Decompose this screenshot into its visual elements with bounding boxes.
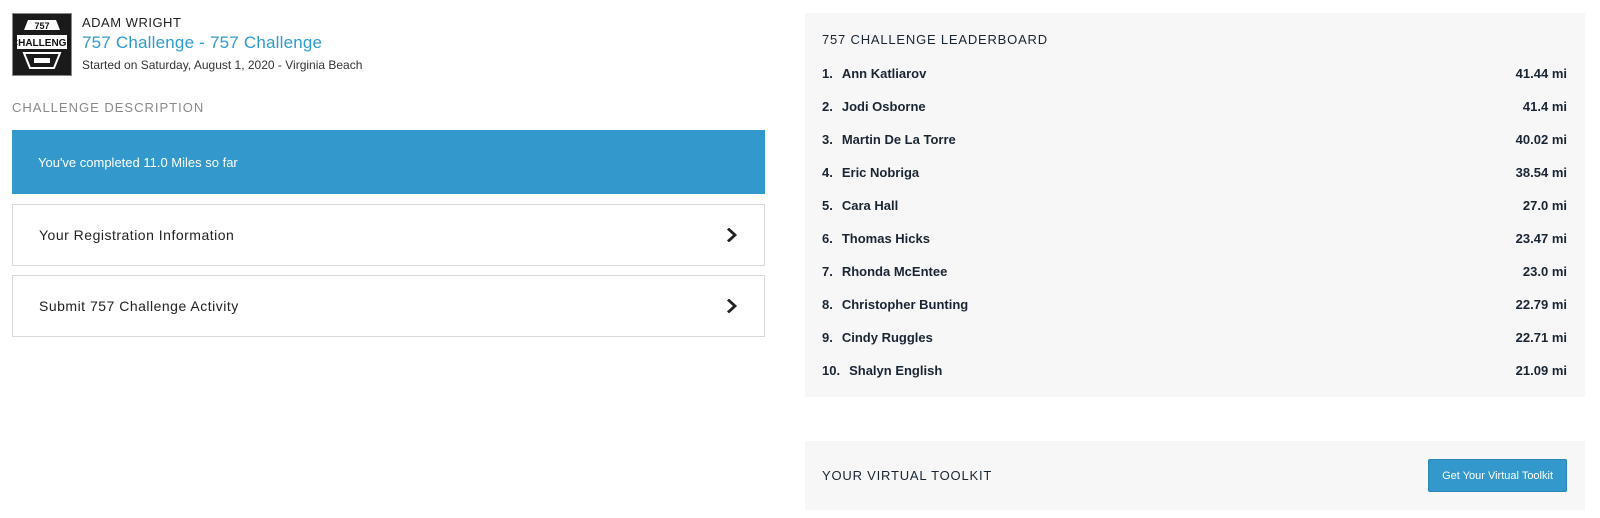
logo-number: 757 bbox=[34, 21, 49, 31]
challenge-logo-icon: 757 CHALLENGE bbox=[14, 19, 70, 69]
entry-distance: 23.47 mi bbox=[1515, 231, 1567, 246]
entry-distance: 41.4 mi bbox=[1522, 99, 1567, 114]
entry-name: Rhonda McEntee bbox=[841, 264, 948, 279]
profile-header: 757 CHALLENGE ADAM WRIGHT 757 Challenge … bbox=[12, 13, 765, 76]
entry-name: Eric Nobriga bbox=[841, 165, 920, 180]
challenge-logo: 757 CHALLENGE bbox=[12, 13, 72, 76]
get-virtual-toolkit-button[interactable]: Get Your Virtual Toolkit bbox=[1428, 459, 1567, 492]
leaderboard-entry: 10. Shalyn English 21.09 mi bbox=[822, 354, 1567, 387]
entry-rank: 8. bbox=[822, 297, 833, 312]
chevron-right-icon bbox=[727, 299, 738, 313]
entry-rank: 10. bbox=[822, 363, 841, 378]
leaderboard-title: 757 CHALLENGE LEADERBOARD bbox=[822, 32, 1048, 47]
entry-distance: 23.0 mi bbox=[1522, 264, 1567, 279]
submit-activity-row[interactable]: Submit 757 Challenge Activity bbox=[12, 275, 765, 337]
entry-distance: 27.0 mi bbox=[1522, 198, 1567, 213]
logo-word: CHALLENGE bbox=[14, 38, 70, 49]
entry-distance: 22.71 mi bbox=[1515, 330, 1567, 345]
profile-info: ADAM WRIGHT 757 Challenge - 757 Challeng… bbox=[82, 13, 362, 72]
entry-rank: 9. bbox=[822, 330, 833, 345]
challenge-description-heading: CHALLENGE DESCRIPTION bbox=[12, 100, 205, 115]
progress-banner: You've completed 11.0 Miles so far bbox=[12, 130, 765, 194]
virtual-toolkit-panel: YOUR VIRTUAL TOOLKIT Get Your Virtual To… bbox=[805, 441, 1585, 510]
leaderboard-entry: 5. Cara Hall 27.0 mi bbox=[822, 189, 1567, 222]
leaderboard-entry: 7. Rhonda McEntee 23.0 mi bbox=[822, 255, 1567, 288]
entry-rank: 7. bbox=[822, 264, 833, 279]
page: 757 CHALLENGE ADAM WRIGHT 757 Challenge … bbox=[0, 0, 1600, 518]
challenge-panel: 757 CHALLENGE ADAM WRIGHT 757 Challenge … bbox=[12, 13, 765, 337]
leaderboard-panel: 757 CHALLENGE LEADERBOARD 1. Ann Katliaro… bbox=[805, 13, 1585, 397]
entry-distance: 38.54 mi bbox=[1515, 165, 1567, 180]
entry-name: Shalyn English bbox=[849, 363, 943, 378]
challenge-title-link[interactable]: 757 Challenge - 757 Challenge bbox=[82, 33, 362, 53]
leaderboard-entry: 3. Martin De La Torre 40.02 mi bbox=[822, 123, 1567, 156]
registration-info-row[interactable]: Your Registration Information bbox=[12, 204, 765, 266]
leaderboard-list: 1. Ann Katliarov 41.44 mi 2. Jodi Osborne … bbox=[822, 57, 1567, 387]
virtual-toolkit-title: YOUR VIRTUAL TOOLKIT bbox=[822, 468, 993, 483]
entry-distance: 41.44 mi bbox=[1515, 66, 1567, 81]
entry-rank: 6. bbox=[822, 231, 833, 246]
entry-distance: 22.79 mi bbox=[1515, 297, 1567, 312]
leaderboard-entry: 6. Thomas Hicks 23.47 mi bbox=[822, 222, 1567, 255]
entry-rank: 3. bbox=[822, 132, 833, 147]
chevron-right-icon bbox=[727, 228, 738, 242]
entry-rank: 5. bbox=[822, 198, 833, 213]
entry-name: Cara Hall bbox=[841, 198, 899, 213]
entry-distance: 21.09 mi bbox=[1515, 363, 1567, 378]
user-name: ADAM WRIGHT bbox=[82, 15, 182, 30]
entry-rank: 1. bbox=[822, 66, 833, 81]
registration-info-label: Your Registration Information bbox=[39, 227, 235, 243]
leaderboard-entry: 9. Cindy Ruggles 22.71 mi bbox=[822, 321, 1567, 354]
progress-text: You've completed 11.0 Miles so far bbox=[38, 154, 238, 170]
leaderboard-entry: 1. Ann Katliarov 41.44 mi bbox=[822, 57, 1567, 90]
entry-name: Jodi Osborne bbox=[841, 99, 926, 114]
entry-rank: 2. bbox=[822, 99, 833, 114]
entry-name: Thomas Hicks bbox=[841, 231, 930, 246]
entry-rank: 4. bbox=[822, 165, 833, 180]
entry-name: Martin De La Torre bbox=[841, 132, 956, 147]
challenge-start-info: Started on Saturday, August 1, 2020 - Vi… bbox=[82, 58, 363, 72]
entry-name: Cindy Ruggles bbox=[841, 330, 933, 345]
submit-activity-label: Submit 757 Challenge Activity bbox=[39, 298, 239, 314]
entry-name: Ann Katliarov bbox=[841, 66, 927, 81]
entry-distance: 40.02 mi bbox=[1515, 132, 1567, 147]
leaderboard-entry: 4. Eric Nobriga 38.54 mi bbox=[822, 156, 1567, 189]
leaderboard-entry: 8. Christopher Bunting 22.79 mi bbox=[822, 288, 1567, 321]
entry-name: Christopher Bunting bbox=[841, 297, 969, 312]
leaderboard-entry: 2. Jodi Osborne 41.4 mi bbox=[822, 90, 1567, 123]
